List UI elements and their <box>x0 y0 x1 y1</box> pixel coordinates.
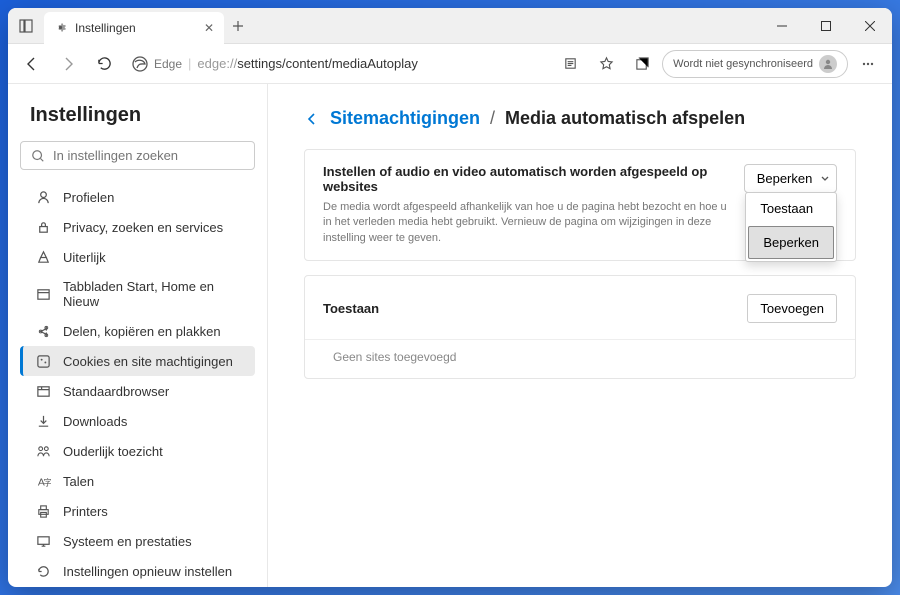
refresh-button[interactable] <box>88 48 120 80</box>
forward-button[interactable] <box>52 48 84 80</box>
sidebar-item-default-browser[interactable]: Standaardbrowser <box>20 376 255 406</box>
reset-icon <box>35 563 51 579</box>
profile-sync-button[interactable]: Wordt niet gesynchroniseerd <box>662 50 848 78</box>
language-icon: A字 <box>35 473 51 489</box>
allow-sites-card: Toestaan Toevoegen Geen sites toegevoegd <box>304 275 856 379</box>
sidebar-item-reset[interactable]: Instellingen opnieuw instellen <box>20 556 255 586</box>
add-site-button[interactable]: Toevoegen <box>747 294 837 323</box>
tab-title: Instellingen <box>75 21 136 35</box>
sidebar-item-tabs[interactable]: Tabbladen Start, Home en Nieuw <box>20 272 255 316</box>
new-tab-button[interactable] <box>224 20 252 32</box>
autoplay-setting-card: Instellen of audio en video automatisch … <box>304 149 856 261</box>
search-input[interactable] <box>53 148 244 163</box>
sidebar-item-family[interactable]: Ouderlijk toezicht <box>20 436 255 466</box>
sidebar-item-appearance[interactable]: Uiterlijk <box>20 242 255 272</box>
printer-icon <box>35 503 51 519</box>
sidebar-item-downloads[interactable]: Downloads <box>20 406 255 436</box>
avatar-icon <box>819 55 837 73</box>
close-tab-icon[interactable]: ✕ <box>204 21 214 35</box>
profile-icon <box>35 189 51 205</box>
svg-text:字: 字 <box>43 477 51 487</box>
breadcrumb-back-button[interactable] <box>304 111 320 127</box>
autoplay-title: Instellen of audio en video automatisch … <box>323 164 728 194</box>
autoplay-description: De media wordt afgespeeld afhankelijk va… <box>323 200 728 246</box>
address-context: Edge <box>154 57 182 71</box>
collections-icon[interactable] <box>626 48 658 80</box>
download-icon <box>35 413 51 429</box>
address-bar[interactable]: Edge | edge://settings/content/mediaAuto… <box>124 56 550 72</box>
share-icon <box>35 323 51 339</box>
sidebar-item-system[interactable]: Systeem en prestaties <box>20 526 255 556</box>
search-icon <box>31 149 45 163</box>
empty-sites-text: Geen sites toegevoegd <box>323 350 837 364</box>
palette-icon <box>35 249 51 265</box>
address-url: edge://settings/content/mediaAutoplay <box>197 56 417 71</box>
sidebar-item-printers[interactable]: Printers <box>20 496 255 526</box>
dropdown-option-allow[interactable]: Toestaan <box>746 193 836 224</box>
main-content: Sitemachtigingen / Media automatisch afs… <box>268 84 892 587</box>
sidebar-item-profiles[interactable]: Profielen <box>20 182 255 212</box>
minimize-button[interactable] <box>760 8 804 44</box>
browser-tab[interactable]: Instellingen ✕ <box>44 12 224 44</box>
dropdown-option-limit[interactable]: Beperken <box>748 226 834 259</box>
cookie-icon <box>35 353 51 369</box>
browser-icon <box>35 383 51 399</box>
sidebar-item-share[interactable]: Delen, kopiëren en plakken <box>20 316 255 346</box>
menu-button[interactable] <box>852 48 884 80</box>
maximize-button[interactable] <box>804 8 848 44</box>
gear-icon <box>54 21 67 34</box>
chevron-down-icon <box>820 174 830 184</box>
sidebar-title: Instellingen <box>20 104 255 127</box>
toolbar: Edge | edge://settings/content/mediaAuto… <box>8 44 892 84</box>
autoplay-dropdown[interactable]: Beperken <box>744 164 837 193</box>
sidebar-item-languages[interactable]: A字Talen <box>20 466 255 496</box>
allow-section-title: Toestaan <box>323 301 379 316</box>
breadcrumb-current: Media automatisch afspelen <box>505 108 745 129</box>
titlebar: Instellingen ✕ <box>8 8 892 44</box>
settings-search[interactable] <box>20 141 255 170</box>
family-icon <box>35 443 51 459</box>
tab-actions-icon[interactable] <box>8 19 44 33</box>
monitor-icon <box>35 533 51 549</box>
sidebar-item-privacy[interactable]: Privacy, zoeken en services <box>20 212 255 242</box>
sidebar-item-cookies[interactable]: Cookies en site machtigingen <box>20 346 255 376</box>
autoplay-dropdown-menu: Toestaan Beperken <box>745 192 837 262</box>
favorites-icon[interactable] <box>590 48 622 80</box>
breadcrumb: Sitemachtigingen / Media automatisch afs… <box>304 108 856 129</box>
back-button[interactable] <box>16 48 48 80</box>
breadcrumb-link[interactable]: Sitemachtigingen <box>330 108 480 129</box>
close-window-button[interactable] <box>848 8 892 44</box>
tab-icon <box>35 286 51 302</box>
settings-sidebar: Instellingen Profielen Privacy, zoeken e… <box>8 84 268 587</box>
reading-mode-icon[interactable] <box>554 48 586 80</box>
edge-logo-icon <box>132 56 148 72</box>
lock-icon <box>35 219 51 235</box>
sidebar-item-phone[interactable]: Telefoon en andere apparaten <box>20 586 255 587</box>
